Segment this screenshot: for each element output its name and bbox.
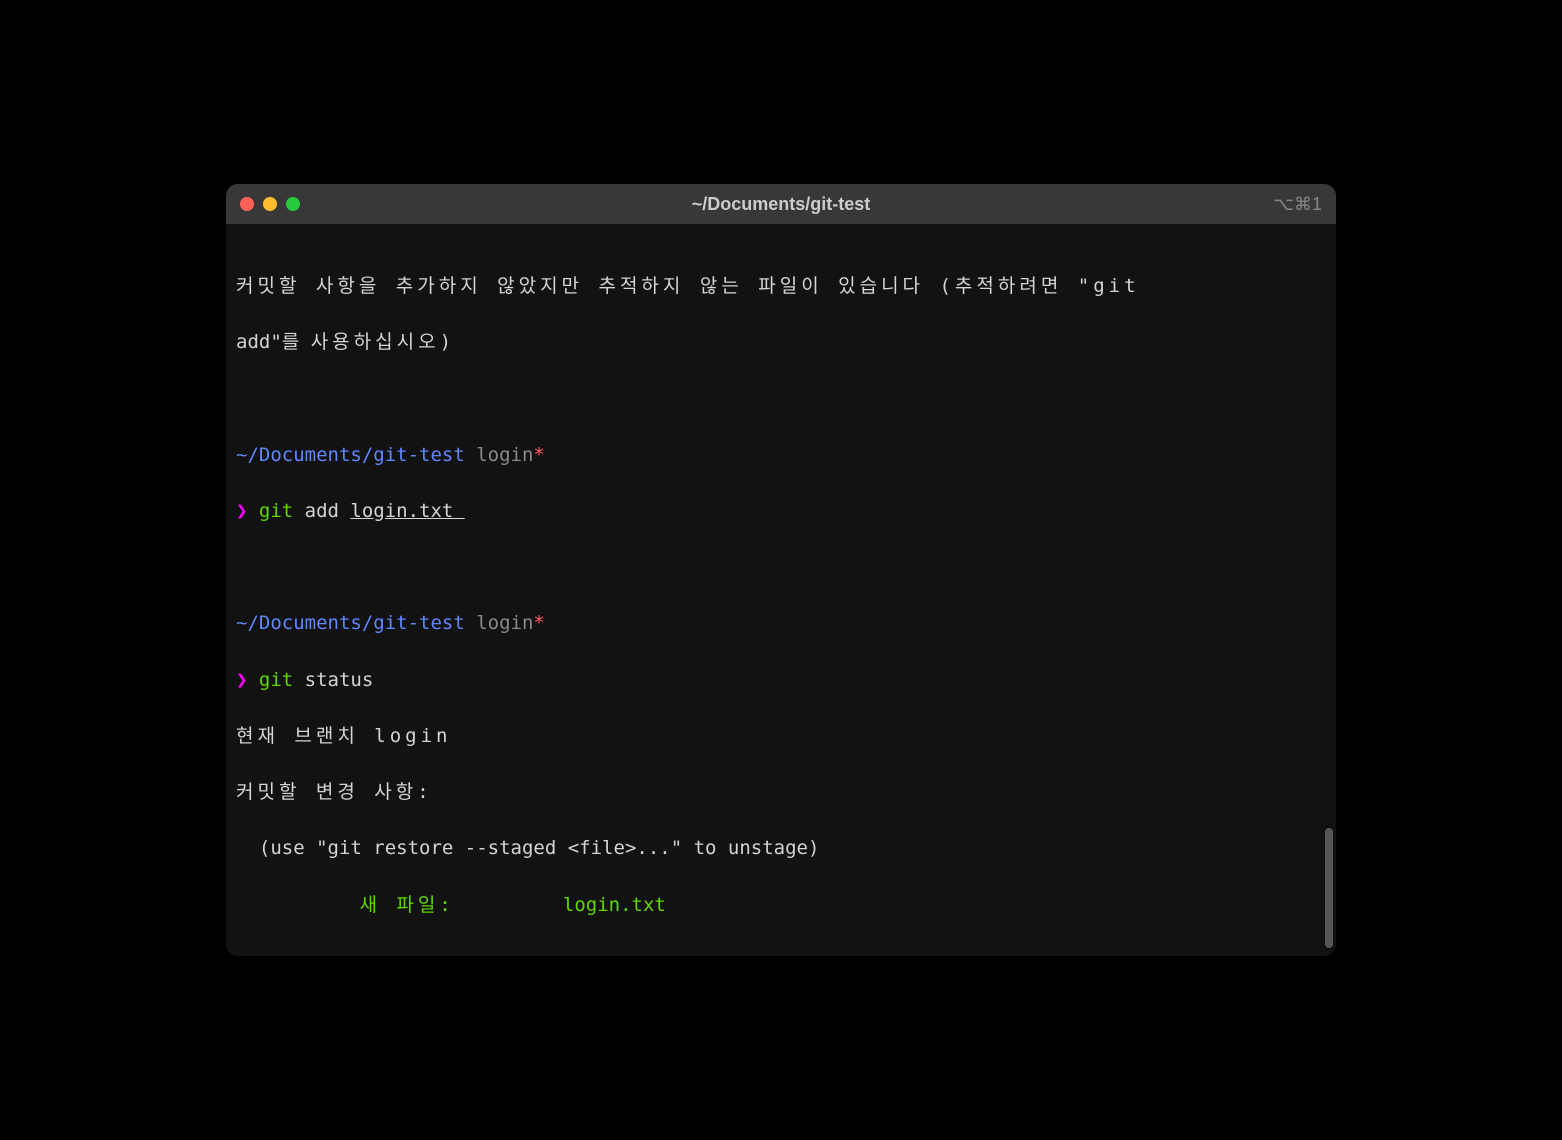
close-icon[interactable] bbox=[240, 197, 254, 211]
window-title: ~/Documents/git-test bbox=[692, 194, 871, 215]
output-text: 새 파일: bbox=[236, 894, 563, 916]
titlebar: ~/Documents/git-test ⌥⌘1 bbox=[226, 184, 1336, 224]
prompt-branch: login bbox=[465, 612, 534, 634]
prompt-path: ~/Documents/git-test bbox=[236, 444, 465, 466]
output-text: 현재 브랜치 login bbox=[236, 725, 451, 747]
prompt-dirty-star: * bbox=[533, 612, 544, 634]
cmd-args: status bbox=[293, 669, 373, 691]
prompt-branch: login bbox=[465, 444, 534, 466]
cmd-arg-filename: login.txt bbox=[350, 500, 464, 523]
output-text: (use "git restore --staged <file>..." to… bbox=[236, 837, 819, 859]
minimize-icon[interactable] bbox=[263, 197, 277, 211]
scrollbar-thumb[interactable] bbox=[1325, 828, 1333, 948]
output-text: 사용하십시오) bbox=[311, 331, 455, 353]
traffic-lights bbox=[240, 197, 300, 211]
prompt-arrow-icon: ❯ bbox=[236, 669, 247, 691]
maximize-icon[interactable] bbox=[286, 197, 300, 211]
scrollbar[interactable] bbox=[1325, 269, 1333, 948]
output-text: 커밋할 변경 사항: bbox=[236, 781, 433, 803]
output-text: add"를 bbox=[236, 331, 311, 353]
cmd: git bbox=[247, 669, 293, 691]
output-text: login.txt bbox=[563, 894, 666, 916]
terminal-content: 커밋할 사항을 추가하지 않았지만 추적하지 않는 파일이 있습니다 (추적하려… bbox=[236, 244, 1326, 956]
output-text: 커밋할 사항을 추가하지 않았지만 추적하지 않는 파일이 있습니다 (추적하려… bbox=[236, 275, 1140, 297]
prompt-dirty-star: * bbox=[533, 444, 544, 466]
terminal-window: ~/Documents/git-test ⌥⌘1 커밋할 사항을 추가하지 않았… bbox=[226, 184, 1336, 956]
terminal-body[interactable]: 커밋할 사항을 추가하지 않았지만 추적하지 않는 파일이 있습니다 (추적하려… bbox=[226, 224, 1336, 956]
cmd-args: add bbox=[293, 500, 350, 522]
window-shortcut: ⌥⌘1 bbox=[1273, 194, 1322, 215]
cmd: git bbox=[247, 500, 293, 522]
prompt-arrow-icon: ❯ bbox=[236, 500, 247, 522]
prompt-path: ~/Documents/git-test bbox=[236, 612, 465, 634]
